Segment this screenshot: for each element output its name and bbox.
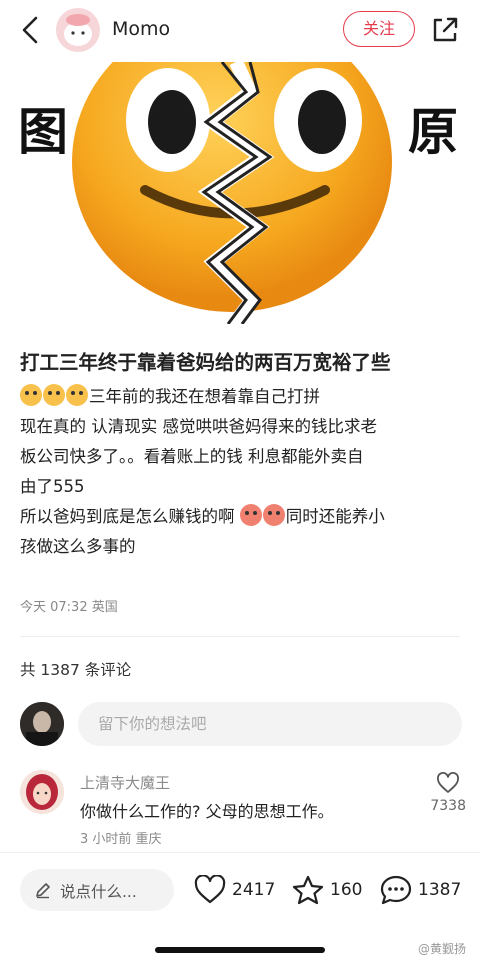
post-line-1-text: 三年前的我还在想着靠自己打拼: [89, 387, 320, 406]
share-icon[interactable]: [429, 14, 461, 46]
post-title: 打工三年终于靠着爸妈给的两百万宽裕了些: [20, 351, 391, 374]
star-count: 160: [330, 880, 363, 900]
comment-text: 你做什么工作的? 父母的思想工作。: [80, 802, 334, 821]
comment-bubble-icon: [380, 875, 412, 905]
bottom-action-bar: 说点什么... 2417 160 1387: [0, 852, 480, 962]
comment-count: 共 1387 条评论: [20, 661, 132, 679]
comment-meta: 3 小时前 重庆: [80, 832, 162, 847]
comment-button[interactable]: 1387: [380, 875, 466, 907]
top-bar: Momo 关注: [0, 0, 480, 62]
commenter-name[interactable]: 上清寺大魔王: [80, 772, 170, 793]
home-indicator: [155, 947, 325, 953]
post-line-3: 板公司快多了。。看着账上的钱 利息都能外卖自: [20, 447, 364, 466]
comment-count-bottom: 1387: [418, 880, 462, 900]
divider: [20, 636, 460, 637]
post-line-5-text: 所以爸妈到底是怎么赚钱的啊: [20, 507, 240, 526]
star-button[interactable]: 160: [292, 875, 364, 907]
crying-laugh-emoji-icon: [43, 384, 65, 406]
crying-emoji-icon: [239, 504, 262, 526]
say-something-label: 说点什么...: [60, 883, 137, 901]
say-something-input[interactable]: 说点什么...: [20, 869, 174, 911]
crying-laugh-emoji-icon: [66, 384, 88, 406]
comment-like-heart-icon[interactable]: [436, 772, 460, 794]
pencil-icon: [36, 883, 50, 899]
my-avatar: [20, 702, 64, 746]
post-line-4: 由了555: [20, 477, 85, 496]
star-icon: [292, 875, 324, 905]
watermark: @黄觐扬: [418, 942, 467, 956]
author-name[interactable]: Momo: [112, 18, 170, 40]
heart-icon: [194, 875, 226, 904]
cover-right-char: 原: [408, 103, 458, 161]
back-arrow-icon[interactable]: [16, 14, 46, 46]
post-body: 三年前的我还在想着靠自己打拼 现在真的 认清现实 感觉哄哄爸妈得来的钱比求老 板…: [20, 382, 464, 562]
post-line-5-tail: 同时还能养小: [285, 507, 385, 526]
commenter-avatar[interactable]: [20, 770, 64, 814]
follow-button[interactable]: 关注: [343, 11, 415, 47]
post-line-6: 孩做这么多事的: [20, 537, 136, 556]
post-line-5: 所以爸妈到底是怎么赚钱的啊 同时还能养小: [20, 502, 464, 532]
post-cover-image[interactable]: 图 原: [0, 62, 480, 324]
post-line-2: 现在真的 认清现实 感觉哄哄爸妈得来的钱比求老: [20, 417, 377, 436]
like-count: 2417: [232, 880, 276, 900]
author-avatar[interactable]: [56, 8, 100, 52]
crying-laugh-emoji-icon: [20, 384, 42, 406]
like-button[interactable]: 2417: [194, 875, 276, 907]
comment-like-count: 7338: [430, 798, 466, 814]
cover-left-char: 图: [18, 103, 68, 161]
post-meta: 今天 07:32 英国: [20, 600, 118, 615]
crying-emoji-icon: [262, 504, 285, 526]
comment-input[interactable]: 留下你的想法吧: [78, 702, 462, 746]
post-line-1: 三年前的我还在想着靠自己打拼: [20, 382, 464, 412]
